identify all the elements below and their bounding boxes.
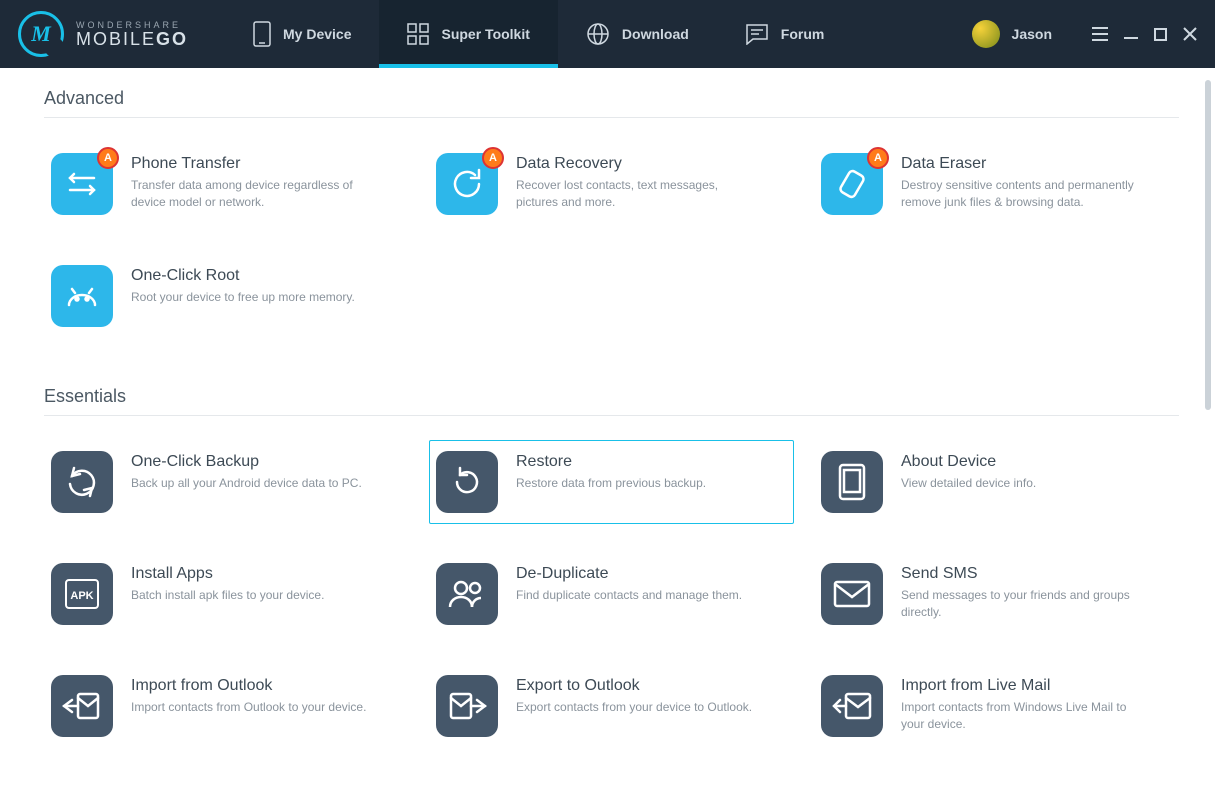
menu-icon[interactable] <box>1092 27 1108 41</box>
import-icon <box>51 675 113 737</box>
card-desc: Root your device to free up more memory. <box>131 289 355 306</box>
scrollbar[interactable] <box>1205 80 1211 410</box>
topbar: M WONDERSHARE MOBILEGO My Device Super T… <box>0 0 1215 68</box>
section-title-advanced: Advanced <box>44 88 1179 109</box>
envelope-icon <box>821 563 883 625</box>
nav-label: Super Toolkit <box>441 26 529 42</box>
card-title: One-Click Root <box>131 267 355 285</box>
brand-main: MOBILEGO <box>76 30 188 48</box>
window-controls <box>1066 0 1215 68</box>
card-desc: Import contacts from Windows Live Mail t… <box>901 699 1141 733</box>
minimize-icon[interactable] <box>1124 27 1138 41</box>
card-title: About Device <box>901 453 1036 471</box>
main-nav: My Device Super Toolkit Download Forum <box>225 0 958 68</box>
card-one-click-root[interactable]: One-Click Root Root your device to free … <box>44 254 409 338</box>
nav-label: Forum <box>781 26 825 42</box>
card-title: Data Recovery <box>516 155 756 173</box>
card-title: Restore <box>516 453 706 471</box>
card-title: Import from Live Mail <box>901 677 1141 695</box>
logo-icon: M <box>18 11 64 57</box>
card-phone-transfer[interactable]: Phone Transfer Transfer data among devic… <box>44 142 409 226</box>
card-title: Phone Transfer <box>131 155 371 173</box>
card-desc: Find duplicate contacts and manage them. <box>516 587 742 604</box>
backup-icon <box>51 451 113 513</box>
card-data-recovery[interactable]: Data Recovery Recover lost contacts, tex… <box>429 142 794 226</box>
premium-badge-icon <box>482 147 504 169</box>
divider <box>44 117 1179 118</box>
recovery-icon <box>436 153 498 215</box>
premium-badge-icon <box>97 147 119 169</box>
nav-super-toolkit[interactable]: Super Toolkit <box>379 0 557 68</box>
nav-label: Download <box>622 26 689 42</box>
card-export-outlook[interactable]: Export to Outlook Export contacts from y… <box>429 664 794 748</box>
card-desc: Transfer data among device regardless of… <box>131 177 371 211</box>
card-desc: Send messages to your friends and groups… <box>901 587 1141 621</box>
nav-forum[interactable]: Forum <box>717 0 853 68</box>
essentials-grid: One-Click Backup Back up all your Androi… <box>44 440 1179 748</box>
card-one-click-backup[interactable]: One-Click Backup Back up all your Androi… <box>44 440 409 524</box>
card-title: Import from Outlook <box>131 677 366 695</box>
toolkit-icon <box>407 23 429 45</box>
card-desc: Batch install apk files to your device. <box>131 587 324 604</box>
card-send-sms[interactable]: Send SMS Send messages to your friends a… <box>814 552 1179 636</box>
card-title: Install Apps <box>131 565 324 583</box>
globe-icon <box>586 22 610 46</box>
close-icon[interactable] <box>1183 27 1197 41</box>
card-desc: Back up all your Android device data to … <box>131 475 362 492</box>
card-desc: Import contacts from Outlook to your dev… <box>131 699 366 716</box>
card-title: Data Eraser <box>901 155 1141 173</box>
card-desc: Recover lost contacts, text messages, pi… <box>516 177 756 211</box>
import-mail-icon <box>821 675 883 737</box>
card-title: De-Duplicate <box>516 565 742 583</box>
brand-logo: M WONDERSHARE MOBILEGO <box>0 0 225 68</box>
device-info-icon <box>821 451 883 513</box>
forum-icon <box>745 23 769 45</box>
user-name: Jason <box>1012 26 1052 42</box>
card-title: Export to Outlook <box>516 677 752 695</box>
device-icon <box>253 21 271 47</box>
avatar <box>972 20 1000 48</box>
nav-label: My Device <box>283 26 351 42</box>
card-title: Send SMS <box>901 565 1141 583</box>
card-desc: Restore data from previous backup. <box>516 475 706 492</box>
divider <box>44 415 1179 416</box>
card-data-eraser[interactable]: Data Eraser Destroy sensitive contents a… <box>814 142 1179 226</box>
card-install-apps[interactable]: APK Install Apps Batch install apk files… <box>44 552 409 636</box>
card-desc: View detailed device info. <box>901 475 1036 492</box>
nav-download[interactable]: Download <box>558 0 717 68</box>
root-icon <box>51 265 113 327</box>
transfer-icon <box>51 153 113 215</box>
content-area: Advanced Phone Transfer Transfer data am… <box>0 68 1215 800</box>
restore-icon <box>436 451 498 513</box>
contacts-icon <box>436 563 498 625</box>
card-import-outlook[interactable]: Import from Outlook Import contacts from… <box>44 664 409 748</box>
eraser-icon <box>821 153 883 215</box>
premium-badge-icon <box>867 147 889 169</box>
apk-icon: APK <box>51 563 113 625</box>
advanced-grid: Phone Transfer Transfer data among devic… <box>44 142 1179 338</box>
section-title-essentials: Essentials <box>44 386 1179 407</box>
card-restore[interactable]: Restore Restore data from previous backu… <box>429 440 794 524</box>
nav-my-device[interactable]: My Device <box>225 0 379 68</box>
export-icon <box>436 675 498 737</box>
svg-text:APK: APK <box>70 590 93 602</box>
card-desc: Destroy sensitive contents and permanent… <box>901 177 1141 211</box>
card-title: One-Click Backup <box>131 453 362 471</box>
card-import-live-mail[interactable]: Import from Live Mail Import contacts fr… <box>814 664 1179 748</box>
user-area[interactable]: Jason <box>958 0 1066 68</box>
card-about-device[interactable]: About Device View detailed device info. <box>814 440 1179 524</box>
card-de-duplicate[interactable]: De-Duplicate Find duplicate contacts and… <box>429 552 794 636</box>
maximize-icon[interactable] <box>1154 28 1167 41</box>
card-desc: Export contacts from your device to Outl… <box>516 699 752 716</box>
